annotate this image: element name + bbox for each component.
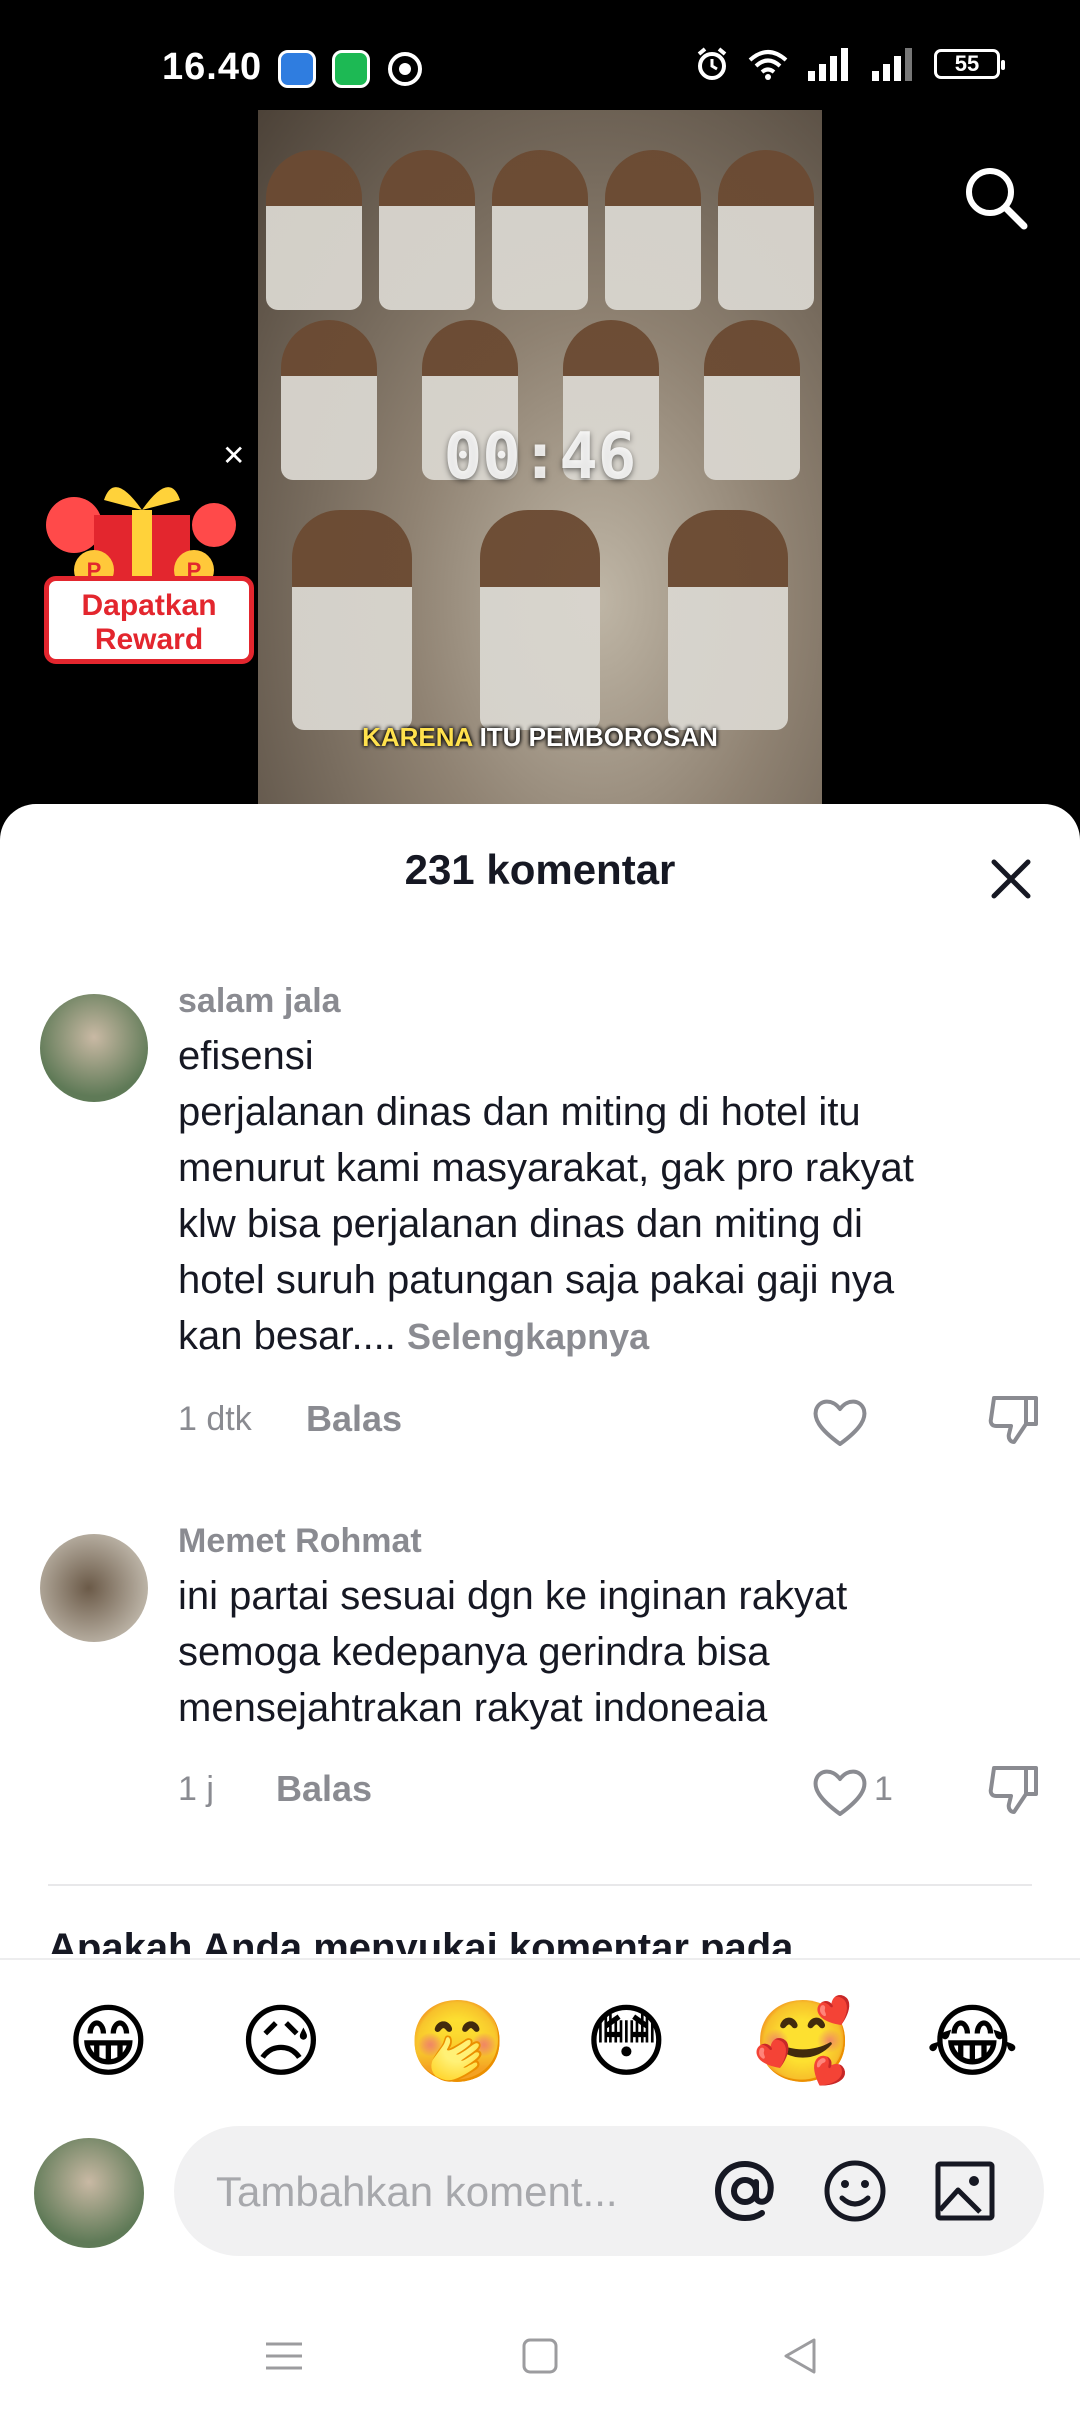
battery-icon: 55 <box>934 49 1005 79</box>
video-frame-content <box>258 150 822 310</box>
reward-label-line2: Reward <box>94 623 204 656</box>
reply-button[interactable]: Balas <box>276 1768 372 1810</box>
system-navigation-bar <box>0 2300 1080 2412</box>
emoji-laugh-button[interactable]: 😂 <box>926 1996 1019 2088</box>
avatar[interactable] <box>40 1534 148 1642</box>
avatar[interactable] <box>40 994 148 1102</box>
comment-input[interactable]: Tambahkan koment... <box>174 2126 1044 2256</box>
reward-close-icon[interactable]: ✕ <box>222 442 245 470</box>
wifi-icon <box>748 50 788 80</box>
reply-button[interactable]: Balas <box>306 1398 402 1440</box>
comment-text: efisensi perjalanan dinas dan miting di … <box>178 1034 914 1358</box>
notification-icons <box>278 50 424 88</box>
video-player[interactable]: 00:46 KARENA ITU PEMBOROSAN <box>258 110 822 810</box>
spotify-icon <box>332 50 370 88</box>
comment-text: ini partai sesuai dgn ke inginan rakyat … <box>178 1574 848 1730</box>
back-icon[interactable] <box>770 2328 830 2384</box>
reward-badge[interactable]: P P Dapatkan Reward <box>24 440 260 670</box>
signal-icon-2 <box>872 48 912 81</box>
chrome-icon <box>388 52 422 86</box>
divider <box>48 1884 1032 1886</box>
quick-emoji-bar: 😁 😥 🤭 😳 🥰 😂 <box>0 1996 1080 2088</box>
comment-username[interactable]: salam jala <box>178 982 341 1021</box>
dislike-icon[interactable] <box>986 1392 1042 1448</box>
image-icon[interactable] <box>930 2156 1000 2226</box>
emoji-flushed-button[interactable]: 😳 <box>580 1996 672 2088</box>
app-notification-icon <box>278 50 316 88</box>
heart-icon[interactable] <box>812 1766 868 1818</box>
system-icons: 55 <box>694 46 1005 82</box>
clock: 16.40 <box>162 46 263 88</box>
status-bar: 16.40 55 <box>0 0 1080 110</box>
video-timer-overlay: 00:46 <box>443 420 637 494</box>
mention-icon[interactable] <box>710 2156 780 2226</box>
feedback-prompt: Apakah Anda menyukai komentar pada <box>48 1926 794 1954</box>
signal-icon <box>808 48 848 81</box>
emoji-giggle-button[interactable]: 🤭 <box>408 1996 508 2088</box>
dislike-icon[interactable] <box>986 1762 1042 1818</box>
alarm-icon <box>697 47 727 80</box>
comment-username[interactable]: Memet Rohmat <box>178 1522 422 1561</box>
like-count: 1 <box>874 1770 893 1808</box>
emoji-love-button[interactable]: 🥰 <box>753 1996 853 2088</box>
caption-text: ITU PEMBOROSAN <box>472 722 718 752</box>
close-icon[interactable] <box>986 854 1036 904</box>
my-avatar <box>34 2138 144 2248</box>
comment-timestamp: 1 j <box>178 1770 214 1808</box>
menu-icon[interactable] <box>254 2328 314 2384</box>
search-icon[interactable] <box>960 162 1030 232</box>
home-icon[interactable] <box>510 2328 570 2384</box>
comment-input-placeholder: Tambahkan koment... <box>216 2168 618 2215</box>
emoji-grin-button[interactable]: 😁 <box>62 1996 154 2088</box>
video-caption: KARENA ITU PEMBOROSAN <box>258 722 822 753</box>
emoji-icon[interactable] <box>820 2156 890 2226</box>
reward-label: Dapatkan Reward <box>44 576 254 664</box>
reward-label-line1: Dapatkan <box>81 589 217 622</box>
comment-count-title: 231 komentar <box>404 846 676 893</box>
caption-highlight: KARENA <box>362 722 473 752</box>
comment-timestamp: 1 dtk <box>178 1400 252 1438</box>
see-more-link[interactable]: Selengkapnya <box>407 1316 649 1357</box>
emoji-sad-button[interactable]: 😥 <box>235 1996 327 2088</box>
heart-icon[interactable] <box>812 1396 868 1448</box>
